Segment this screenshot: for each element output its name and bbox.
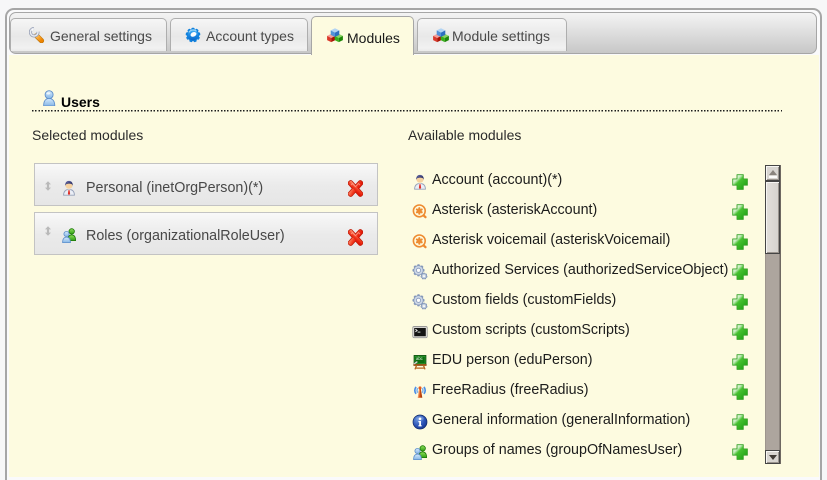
svg-text:abc: abc	[416, 356, 423, 361]
